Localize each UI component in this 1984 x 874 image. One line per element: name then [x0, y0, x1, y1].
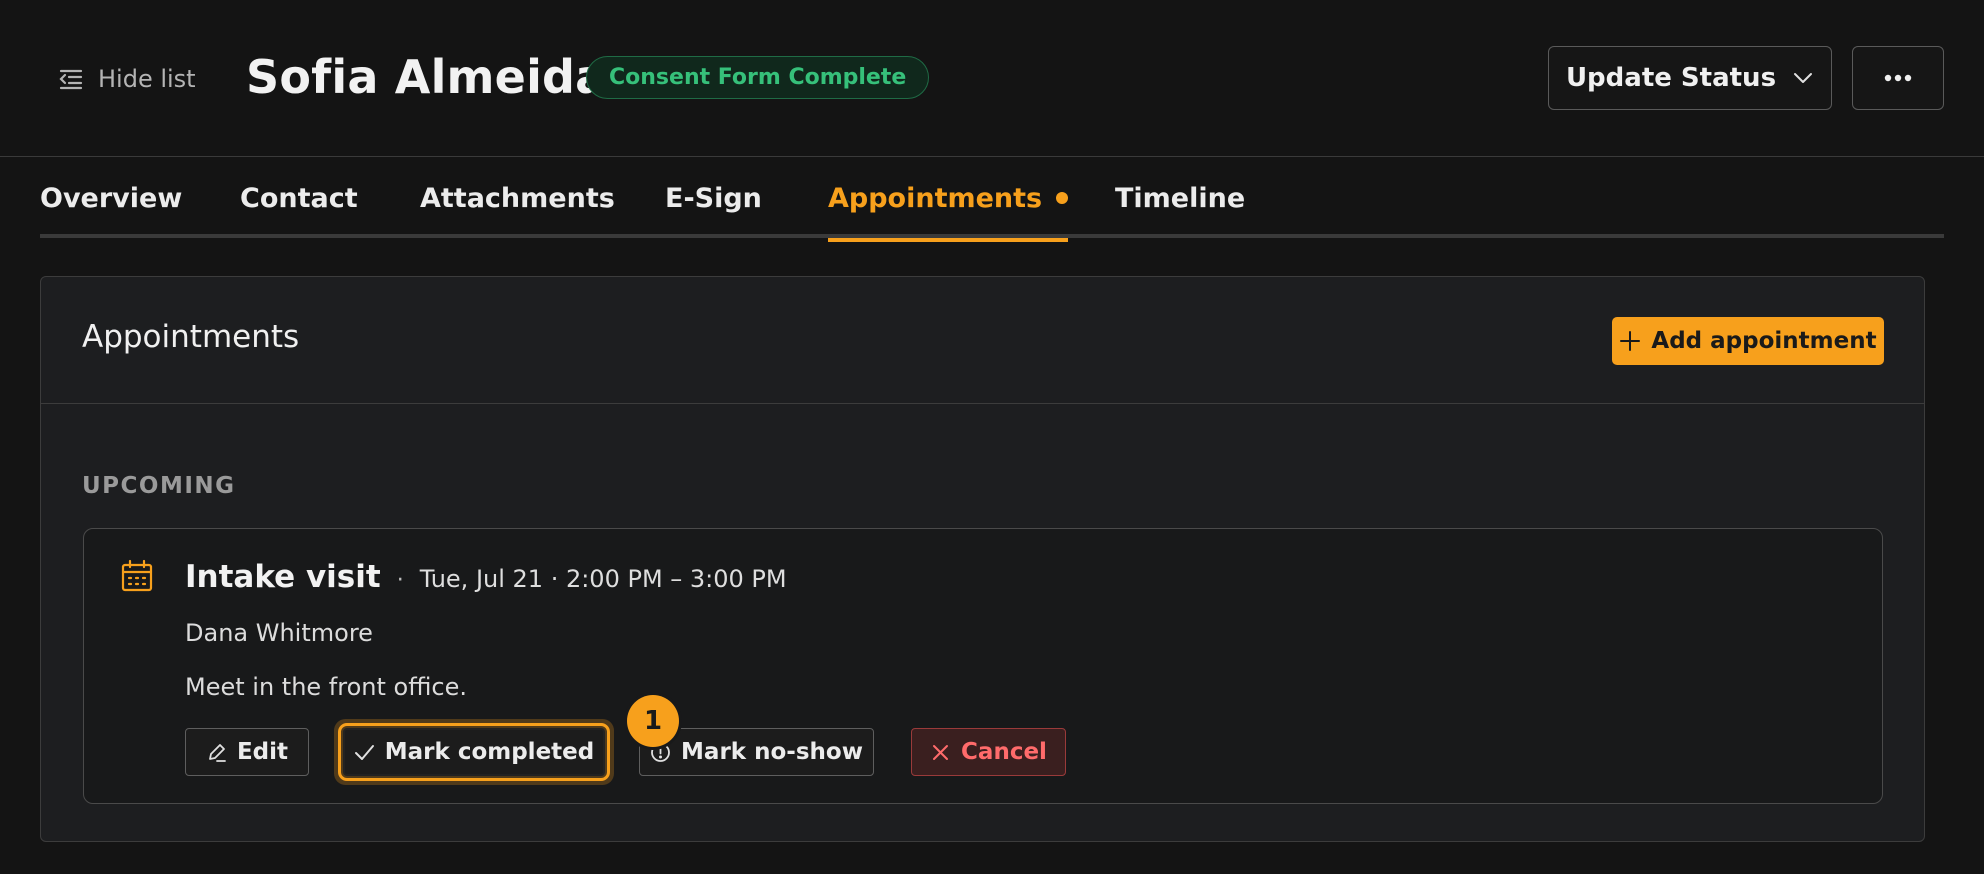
calendar-icon: [121, 559, 153, 592]
hide-list-label: Hide list: [98, 65, 196, 93]
record-header: Hide list Sofia Almeida Consent Form Com…: [0, 0, 1984, 157]
status-badge: Consent Form Complete: [586, 56, 930, 99]
page-title: Sofia Almeida: [246, 50, 607, 104]
collapse-list-icon: [59, 69, 83, 90]
add-appointment-label: Add appointment: [1651, 328, 1877, 354]
tab-appointments[interactable]: Appointments: [828, 158, 1069, 242]
tab-timeline[interactable]: Timeline: [1115, 158, 1245, 238]
unread-indicator-dot: [1056, 192, 1069, 204]
separator-dot: ·: [396, 568, 404, 593]
appointment-staff: Dana Whitmore: [185, 619, 373, 647]
cancel-label: Cancel: [961, 739, 1047, 765]
cancel-appointment-button[interactable]: Cancel: [911, 728, 1066, 776]
checkmark-icon: [354, 744, 374, 760]
close-icon: [933, 744, 949, 760]
more-options-button[interactable]: [1852, 46, 1944, 110]
tab-attachments[interactable]: Attachments: [420, 158, 615, 238]
update-status-button[interactable]: Update Status: [1548, 46, 1832, 110]
appointment-name: Intake visit: [185, 559, 381, 595]
panel-title: Appointments: [82, 319, 300, 355]
panel-header: Appointments Add appointment: [41, 277, 1924, 404]
appointment-card: Intake visit · Tue, Jul 21 · 2:00 PM – 3…: [83, 528, 1883, 804]
tab-label: Overview: [40, 182, 183, 214]
tab-label: Timeline: [1115, 182, 1246, 214]
tab-label: Appointments: [828, 182, 1043, 214]
step-number-badge: 1: [627, 695, 679, 747]
mark-completed-button[interactable]: Mark completed: [338, 723, 610, 781]
tab-overview[interactable]: Overview: [40, 158, 182, 238]
appointment-summary: Intake visit · Tue, Jul 21 · 2:00 PM – 3…: [185, 559, 787, 595]
ellipsis-icon: [1884, 74, 1912, 82]
pencil-icon: [209, 743, 226, 762]
update-status-label: Update Status: [1565, 63, 1777, 93]
plus-icon: [1620, 331, 1641, 351]
tab-label: Contact: [240, 182, 358, 214]
tab-label: E-Sign: [665, 182, 762, 214]
add-appointment-button[interactable]: Add appointment: [1612, 317, 1884, 365]
tab-contact[interactable]: Contact: [240, 158, 358, 238]
record-tabs: Overview Contact Attachments E-Sign Appo…: [40, 158, 1944, 242]
appointment-note: Meet in the front office.: [185, 673, 467, 701]
tab-label: Attachments: [420, 182, 615, 214]
section-heading-upcoming: UPCOMING: [82, 473, 236, 499]
chevron-down-icon: [1794, 73, 1813, 83]
mark-completed-label: Mark completed: [384, 739, 595, 765]
appointment-datetime: Tue, Jul 21 · 2:00 PM – 3:00 PM: [419, 565, 787, 593]
edit-button[interactable]: Edit: [185, 728, 309, 776]
hide-list-button[interactable]: Hide list: [58, 60, 196, 98]
appointments-panel: Appointments Add appointment UPCOMING In…: [40, 276, 1925, 842]
edit-label: Edit: [236, 739, 289, 765]
tab-e-sign[interactable]: E-Sign: [665, 158, 762, 238]
mark-no-show-label: Mark no-show: [681, 739, 863, 765]
